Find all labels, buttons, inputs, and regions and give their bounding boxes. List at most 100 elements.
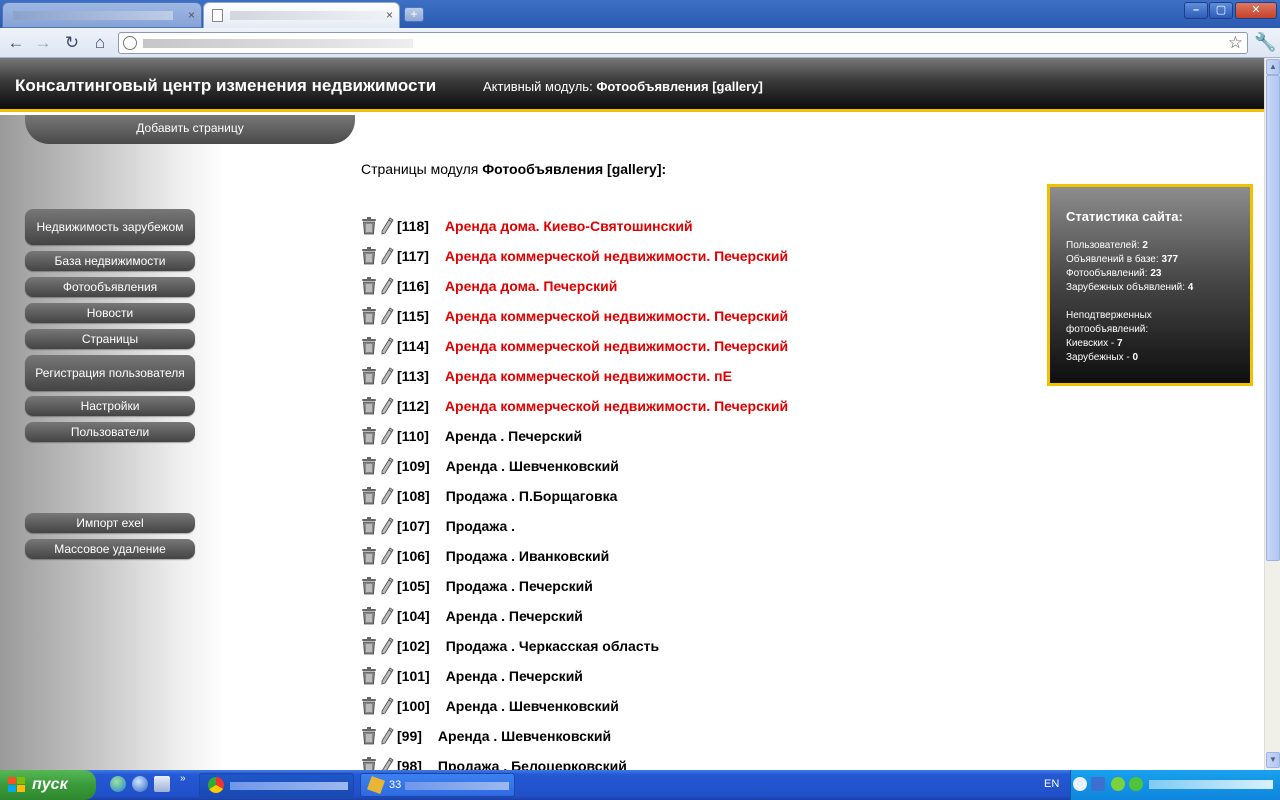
trash-icon[interactable]	[361, 397, 377, 415]
home-icon[interactable]: ⌂	[90, 33, 110, 53]
forward-icon[interactable]: →	[33, 33, 53, 53]
sidebar-item-users[interactable]: Пользователи	[25, 422, 195, 442]
trash-icon[interactable]	[361, 487, 377, 505]
page-title-link[interactable]: Продажа . Белоцерковский	[438, 758, 627, 770]
bookmark-star-icon[interactable]: ☆	[1228, 33, 1243, 53]
pencil-icon[interactable]	[380, 367, 394, 385]
trash-icon[interactable]	[361, 667, 377, 685]
tray-network-icon[interactable]	[1091, 777, 1105, 791]
pencil-icon[interactable]	[380, 637, 394, 655]
page-title-link[interactable]: Аренда коммерческой недвижимости. Печерс…	[445, 338, 788, 354]
sidebar-item-pages[interactable]: Страницы	[25, 329, 195, 349]
minimize-button[interactable]: –	[1184, 2, 1208, 19]
pencil-icon[interactable]	[380, 727, 394, 745]
tab-close-icon[interactable]: ×	[386, 8, 393, 22]
page-title-link[interactable]: Аренда коммерческой недвижимости. Печерс…	[445, 248, 788, 264]
scroll-up-arrow[interactable]: ▲	[1266, 59, 1280, 75]
trash-icon[interactable]	[361, 637, 377, 655]
quicklaunch-ie-icon[interactable]	[132, 776, 148, 792]
pencil-icon[interactable]	[380, 607, 394, 625]
page-id: [112]	[397, 398, 429, 414]
trash-icon[interactable]	[361, 427, 377, 445]
trash-icon[interactable]	[361, 457, 377, 475]
trash-icon[interactable]	[361, 337, 377, 355]
trash-icon[interactable]	[361, 547, 377, 565]
maximize-button[interactable]: ▢	[1209, 2, 1233, 19]
page-title-link[interactable]: Аренда . Шевченковский	[438, 728, 611, 744]
quicklaunch-more-icon[interactable]: »	[180, 773, 186, 784]
pencil-icon[interactable]	[380, 757, 394, 770]
pencil-icon[interactable]	[380, 427, 394, 445]
page-title-link[interactable]: Аренда дома. Печерский	[445, 278, 617, 294]
taskbar-button-browser[interactable]	[199, 773, 354, 797]
page-title-link[interactable]: Продажа . Печерский	[446, 578, 593, 594]
add-page-button[interactable]: Добавить страницу	[25, 115, 355, 144]
close-window-button[interactable]: ✕	[1235, 2, 1277, 19]
trash-icon[interactable]	[361, 247, 377, 265]
trash-icon[interactable]	[361, 517, 377, 535]
trash-icon[interactable]	[361, 727, 377, 745]
sidebar-item-realty-base[interactable]: База недвижимости	[25, 251, 195, 271]
sidebar-item-settings[interactable]: Настройки	[25, 396, 195, 416]
trash-icon[interactable]	[361, 757, 377, 770]
page-title-link[interactable]: Продажа . Черкасская область	[446, 638, 659, 654]
quicklaunch-globe-icon[interactable]	[110, 776, 126, 792]
scroll-thumb[interactable]	[1266, 75, 1280, 561]
page-title-link[interactable]: Аренда коммерческой недвижимости. Печерс…	[445, 308, 788, 324]
tray-check-icon[interactable]	[1129, 777, 1143, 791]
trash-icon[interactable]	[361, 577, 377, 595]
browser-tab-inactive[interactable]: ×	[2, 2, 202, 28]
pencil-icon[interactable]	[380, 277, 394, 295]
pencil-icon[interactable]	[380, 247, 394, 265]
pencil-icon[interactable]	[380, 217, 394, 235]
tray-app-icon[interactable]	[1111, 777, 1125, 791]
page-title-link[interactable]: Аренда . Шевченковский	[446, 458, 619, 474]
trash-icon[interactable]	[361, 307, 377, 325]
page-title-link[interactable]: Аренда . Шевченковский	[446, 698, 619, 714]
scroll-down-arrow[interactable]: ▼	[1266, 752, 1280, 768]
pencil-icon[interactable]	[380, 547, 394, 565]
trash-icon[interactable]	[361, 607, 377, 625]
trash-icon[interactable]	[361, 367, 377, 385]
trash-icon[interactable]	[361, 277, 377, 295]
tab-close-icon[interactable]: ×	[188, 8, 195, 22]
address-bar[interactable]: ☆	[118, 32, 1248, 54]
page-title-link[interactable]: Аренда . Печерский	[445, 428, 582, 444]
page-title-link[interactable]: Аренда коммерческой недвижимости. Печерс…	[445, 398, 788, 414]
pencil-icon[interactable]	[380, 697, 394, 715]
page-title-link[interactable]: Аренда . Печерский	[446, 668, 583, 684]
pencil-icon[interactable]	[380, 397, 394, 415]
page-title-link[interactable]: Продажа . Иванковский	[446, 548, 610, 564]
pencil-icon[interactable]	[380, 517, 394, 535]
page-title-link[interactable]: Аренда . Печерский	[446, 608, 583, 624]
sidebar-item-user-registration[interactable]: Регистрация пользователя	[25, 355, 195, 391]
wrench-icon[interactable]: 🔧	[1254, 32, 1276, 53]
language-indicator[interactable]: EN	[1044, 778, 1059, 790]
pencil-icon[interactable]	[380, 577, 394, 595]
start-button[interactable]: пуск	[0, 770, 96, 800]
pencil-icon[interactable]	[380, 337, 394, 355]
taskbar-button-app[interactable]: 33	[360, 773, 515, 797]
sidebar-item-news[interactable]: Новости	[25, 303, 195, 323]
trash-icon[interactable]	[361, 697, 377, 715]
sidebar-item-mass-delete[interactable]: Массовое удаление	[25, 539, 195, 559]
new-tab-button[interactable]: +	[404, 7, 424, 22]
sidebar-item-foreign-realty[interactable]: Недвижимость зарубежом	[25, 209, 195, 245]
pencil-icon[interactable]	[380, 487, 394, 505]
sidebar-item-import-excel[interactable]: Импорт exel	[25, 513, 195, 533]
reload-icon[interactable]: ↻	[62, 33, 82, 53]
page-title-link[interactable]: Продажа . П.Борщаговка	[446, 488, 618, 504]
quicklaunch-desktop-icon[interactable]	[154, 776, 170, 792]
tray-collapse-icon[interactable]	[1073, 777, 1087, 791]
page-title-link[interactable]: Аренда коммерческой недвижимости. пЕ	[445, 368, 732, 384]
pencil-icon[interactable]	[380, 307, 394, 325]
pencil-icon[interactable]	[380, 667, 394, 685]
browser-tab-active[interactable]: ×	[203, 2, 400, 28]
pencil-icon[interactable]	[380, 457, 394, 475]
vertical-scrollbar[interactable]: ▲ ▼	[1264, 58, 1280, 770]
trash-icon[interactable]	[361, 217, 377, 235]
page-title-link[interactable]: Аренда дома. Киево-Святошинский	[445, 218, 693, 234]
back-icon[interactable]: ←	[6, 33, 26, 53]
sidebar-item-photo-ads[interactable]: Фотообъявления	[25, 277, 195, 297]
page-title-link[interactable]: Продажа .	[446, 518, 515, 534]
